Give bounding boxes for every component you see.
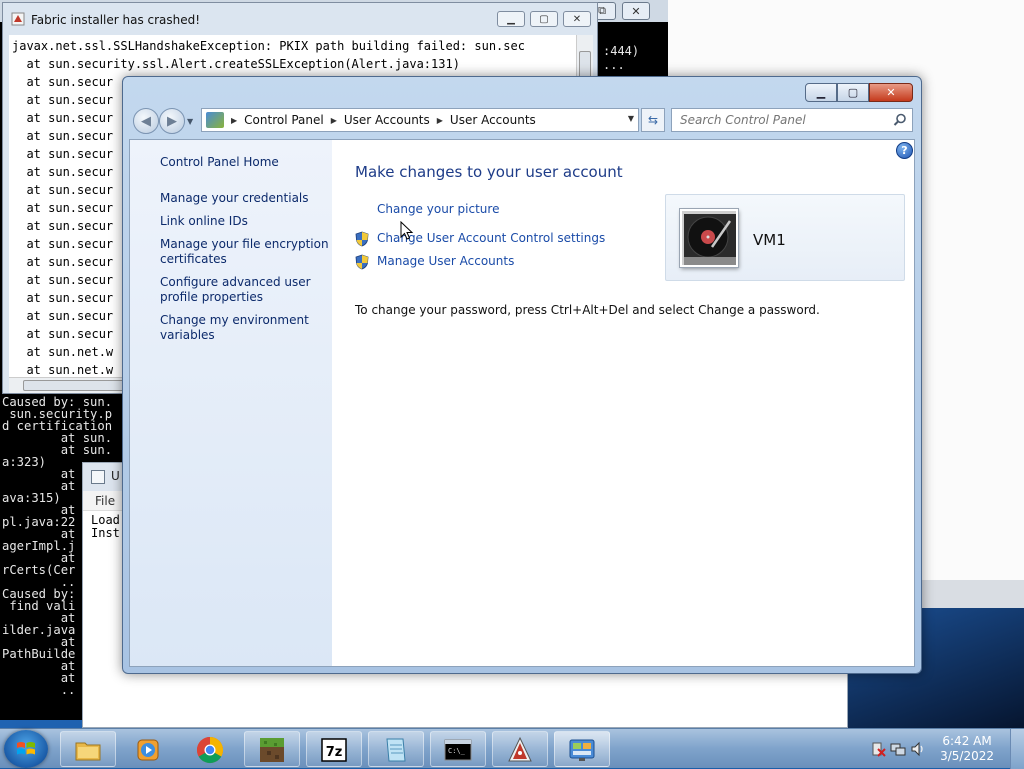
cmd-icon: C:\_ (444, 739, 472, 761)
show-desktop-button[interactable] (1010, 729, 1024, 769)
link-environment-variables[interactable]: Change my environment variables (160, 313, 309, 343)
search-icon[interactable] (892, 112, 908, 128)
link-control-panel-home[interactable]: Control Panel Home (160, 155, 279, 170)
turntable-picture-icon (682, 211, 736, 265)
control-panel-content: Control Panel Home Manage your credentia… (129, 139, 915, 667)
control-panel-icon (569, 739, 595, 761)
shield-icon (355, 254, 369, 270)
clock-date: 3/5/2022 (940, 749, 994, 763)
taskbar-java[interactable] (492, 731, 548, 767)
taskbar-cmd[interactable]: C:\_ (430, 731, 486, 767)
taskbar-control-panel[interactable] (554, 731, 610, 767)
taskbar-explorer[interactable] (60, 731, 116, 767)
start-orb-icon (17, 742, 35, 755)
media-player-icon (137, 739, 159, 761)
notepad-icon (386, 738, 406, 762)
cp-maximize-button[interactable]: ▢ (837, 83, 869, 102)
link-file-encryption-line1: Manage your file encryption (160, 237, 329, 251)
link-environment-variables-line2: variables (160, 328, 215, 342)
installer-log-title: U (111, 469, 120, 483)
password-instruction: To change your password, press Ctrl+Alt+… (355, 303, 820, 317)
taskbar-minecraft[interactable] (244, 731, 300, 767)
chrome-icon (196, 736, 224, 764)
svg-text:C:\_: C:\_ (448, 747, 466, 755)
java-icon (508, 736, 532, 762)
link-advanced-profile-line1: Configure advanced user (160, 275, 311, 289)
action-center-icon[interactable] (870, 741, 886, 757)
taskbar-7zip[interactable]: 7z (306, 731, 362, 767)
shield-icon (355, 231, 369, 247)
minecraft-icon (260, 738, 284, 762)
task-pane: Control Panel Home Manage your credentia… (130, 140, 332, 666)
link-manage-user-accounts[interactable]: Manage User Accounts (377, 254, 514, 268)
chevron-right-icon[interactable]: ▶ (231, 116, 237, 125)
link-file-encryption-line2: certificates (160, 252, 227, 266)
notification-area: 6:42 AM 3/5/2022 (864, 729, 1024, 769)
chevron-right-icon[interactable]: ▶ (437, 116, 443, 125)
main-pane: Make changes to your user account Change… (332, 140, 916, 666)
help-icon[interactable]: ? (896, 142, 913, 159)
menu-file[interactable]: File (95, 494, 115, 508)
breadcrumb-user-accounts-current[interactable]: User Accounts (450, 113, 536, 127)
cp-minimize-button[interactable]: ▁ (805, 83, 837, 102)
link-change-picture[interactable]: Change your picture (377, 202, 499, 216)
search-box[interactable] (671, 108, 913, 132)
system-clock[interactable]: 6:42 AM 3/5/2022 (940, 734, 994, 764)
user-name: VM1 (753, 231, 786, 249)
scroll-thumb[interactable] (23, 380, 127, 391)
cp-close-button[interactable]: ✕ (869, 83, 913, 102)
refresh-icon[interactable]: ⇆ (641, 108, 665, 132)
address-bar[interactable]: ▶ Control Panel ▶ User Accounts ▶ User A… (201, 108, 639, 132)
java-icon (11, 12, 25, 26)
crash-titlebar[interactable]: Fabric installer has crashed! ▁ ▢ ✕ (3, 3, 597, 35)
link-advanced-profile[interactable]: Configure advanced user profile properti… (160, 275, 311, 305)
avatar[interactable] (680, 209, 738, 267)
control-panel-window[interactable]: ▁ ▢ ✕ ◀ ▶ ▼ ▶ Control Panel ▶ User Accou… (122, 76, 922, 674)
7zip-icon: 7z (321, 738, 347, 762)
link-file-encryption[interactable]: Manage your file encryption certificates (160, 237, 329, 267)
crash-close-button[interactable]: ✕ (563, 11, 591, 27)
crash-maximize-button[interactable]: ▢ (530, 11, 558, 27)
taskbar: 7z C:\_ 6:42 AM 3/5/2022 (0, 728, 1024, 769)
forward-button[interactable]: ▶ (159, 108, 185, 134)
taskbar-notepad[interactable] (368, 731, 424, 767)
page-title: Make changes to your user account (355, 163, 623, 181)
crash-minimize-button[interactable]: ▁ (497, 11, 525, 27)
network-icon[interactable] (890, 741, 906, 757)
crash-window-title: Fabric installer has crashed! (31, 13, 201, 27)
mouse-cursor-icon (400, 221, 414, 240)
window-icon (91, 470, 105, 484)
search-input[interactable] (678, 112, 888, 128)
address-dropdown-icon[interactable]: ▼ (628, 114, 634, 123)
svg-text:7z: 7z (326, 745, 343, 760)
cmd-close-button[interactable]: ✕ (622, 2, 650, 20)
back-button[interactable]: ◀ (133, 108, 159, 134)
explorer-icon (75, 742, 101, 761)
control-panel-icon (206, 112, 224, 128)
chevron-right-icon[interactable]: ▶ (331, 116, 337, 125)
link-online-ids[interactable]: Link online IDs (160, 214, 248, 229)
taskbar-media-player[interactable] (120, 731, 176, 767)
volume-icon[interactable] (910, 741, 926, 757)
start-button[interactable] (4, 730, 48, 768)
user-account-tile: VM1 (665, 194, 905, 281)
link-advanced-profile-line2: profile properties (160, 290, 263, 304)
breadcrumb-control-panel[interactable]: Control Panel (244, 113, 324, 127)
link-environment-variables-line1: Change my environment (160, 313, 309, 327)
link-manage-credentials[interactable]: Manage your credentials (160, 191, 309, 206)
clock-time: 6:42 AM (942, 734, 992, 748)
breadcrumb-user-accounts[interactable]: User Accounts (344, 113, 430, 127)
recent-pages-dropdown[interactable]: ▼ (187, 117, 193, 126)
background-window-edge (920, 580, 1024, 608)
taskbar-chrome[interactable] (182, 731, 238, 767)
